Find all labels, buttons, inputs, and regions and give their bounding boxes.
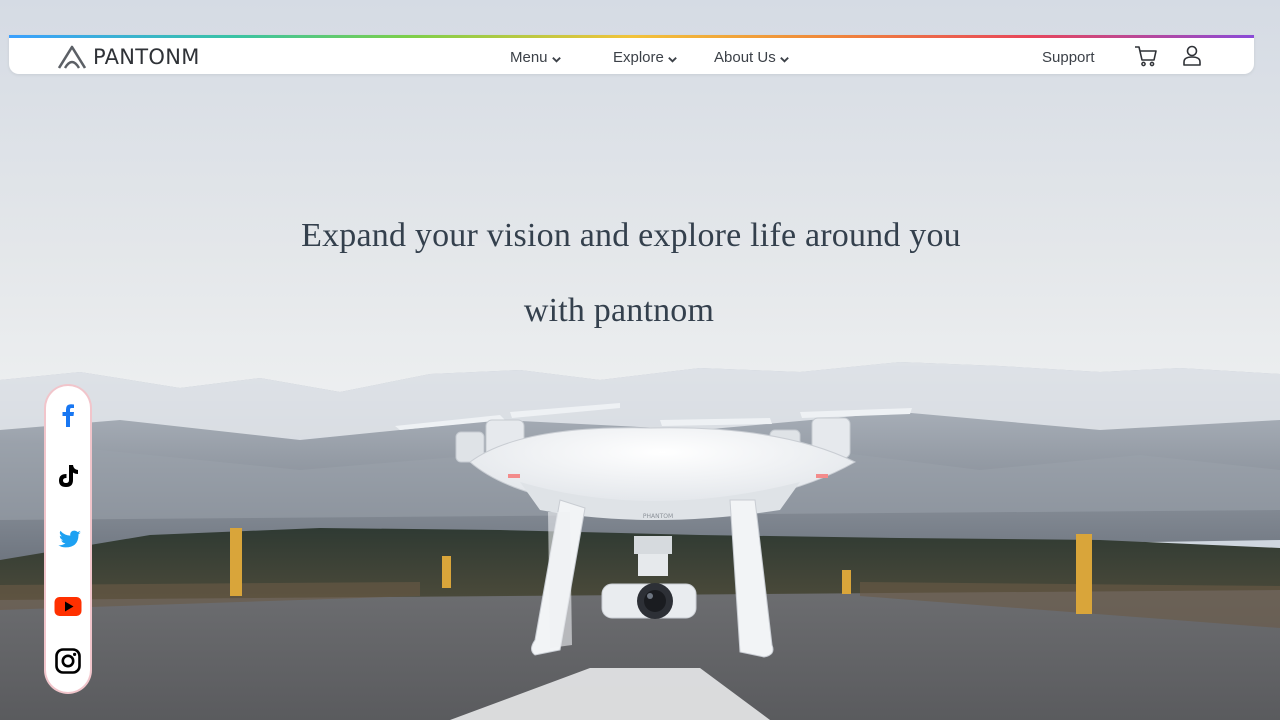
nav-explore-label: Explore: [613, 49, 664, 66]
hero-scene: PHANTOM: [0, 0, 1280, 720]
user-icon: [1183, 45, 1201, 66]
nav-about-label: About Us: [714, 49, 776, 66]
top-navbar: PANTONM Menu Explore About Us Support: [9, 35, 1254, 74]
tiktok-icon: [59, 465, 78, 487]
cart-button[interactable]: [1133, 43, 1159, 69]
shopping-cart-icon: [1135, 46, 1157, 67]
twitter-link[interactable]: [53, 525, 83, 555]
social-links-rail: [46, 386, 90, 692]
nav-support-label: Support: [1042, 49, 1095, 66]
chevron-down-icon: [668, 57, 677, 63]
account-button[interactable]: [1179, 43, 1205, 69]
chevron-down-icon: [551, 57, 561, 63]
facebook-link[interactable]: [53, 400, 83, 430]
nav-explore-dropdown[interactable]: Explore: [613, 49, 678, 66]
nav-menu-dropdown[interactable]: Menu: [510, 49, 562, 66]
hero-headline-line2: with pantnom: [523, 292, 715, 329]
brand-logo-link[interactable]: PANTONM: [57, 44, 200, 70]
facebook-icon: [62, 404, 74, 427]
drone-label: PHANTOM: [643, 513, 673, 520]
youtube-icon: [54, 597, 82, 616]
nav-menu-label: Menu: [510, 49, 548, 66]
instagram-link[interactable]: [53, 646, 83, 676]
tiktok-link[interactable]: [53, 461, 83, 491]
youtube-link[interactable]: [53, 591, 83, 621]
hero-background: PHANTOM: [0, 0, 1280, 720]
nav-about-dropdown[interactable]: About Us: [714, 49, 790, 66]
hero-headline-line1: Expand your vision and explore life arou…: [301, 217, 961, 254]
instagram-icon: [55, 648, 81, 674]
brand-name: PANTONM: [93, 45, 200, 69]
chevron-down-icon: [779, 57, 789, 63]
pantonm-logo-icon: [57, 45, 87, 69]
nav-support-link[interactable]: Support: [1042, 49, 1095, 66]
hero-headline: Expand your vision and explore life arou…: [0, 212, 1262, 332]
twitter-icon: [58, 530, 81, 548]
rainbow-accent-bar: [9, 35, 1254, 38]
